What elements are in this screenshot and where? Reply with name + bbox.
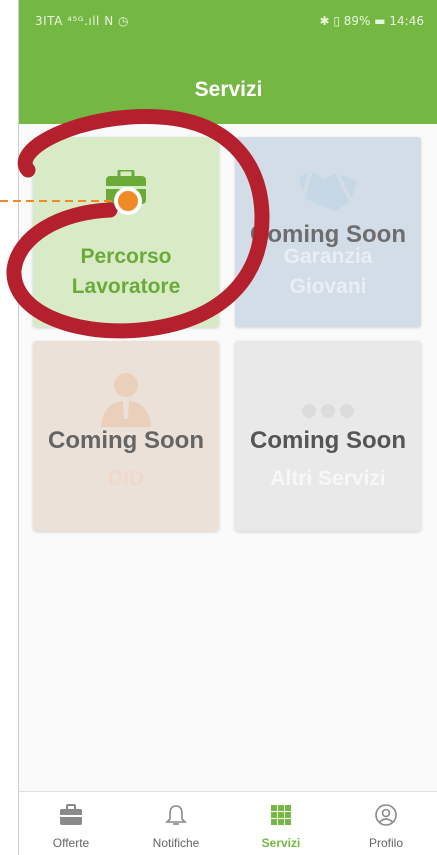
bell-icon	[165, 805, 187, 825]
service-card-label: Altri Servizi	[270, 467, 386, 490]
app-header: 3ITA ⁴⁵ᴳ.ıll N ◷ ✱ ▯ 89% ▬ 14:46 Servizi	[19, 0, 437, 124]
briefcase-icon	[106, 170, 146, 204]
tab-label: Offerte	[52, 836, 90, 850]
service-card-did[interactable]: Coming Soon DID	[33, 341, 219, 531]
tab-offerte[interactable]: Offerte	[19, 792, 123, 855]
service-card-label-line1: Garanzia	[283, 245, 373, 268]
service-card-label: Percorso Lavoratore	[33, 242, 219, 302]
status-bar: 3ITA ⁴⁵ᴳ.ıll N ◷ ✱ ▯ 89% ▬ 14:46	[19, 0, 437, 44]
tab-profilo[interactable]: Profilo	[334, 792, 437, 855]
tab-label: Profilo	[368, 836, 403, 850]
tab-servizi[interactable]: Servizi	[229, 792, 333, 855]
bottom-tab-bar: Offerte Notifiche Servizi Profilo	[19, 791, 437, 855]
handshake-icon	[299, 170, 357, 211]
tab-label: Servizi	[261, 836, 301, 850]
service-card-altri-servizi[interactable]: Coming Soon Altri Servizi	[235, 341, 421, 531]
service-card-label: DID	[107, 467, 145, 490]
person-icon	[101, 373, 151, 427]
tab-notifiche[interactable]: Notifiche	[124, 792, 228, 855]
tab-label: Notifiche	[152, 836, 200, 850]
dots-icon	[302, 404, 354, 418]
status-bar-right: ✱ ▯ 89% ▬ 14:46	[319, 14, 424, 28]
briefcase-icon	[60, 804, 82, 825]
page-title: Servizi	[194, 78, 263, 101]
service-card-garanzia-giovani[interactable]: Coming Soon Garanzia Giovani	[235, 137, 421, 327]
app-screen: 3ITA ⁴⁵ᴳ.ıll N ◷ ✱ ▯ 89% ▬ 14:46 Servizi…	[18, 0, 437, 855]
profile-icon	[375, 804, 397, 826]
coming-soon-label: Coming Soon	[48, 427, 204, 454]
service-card-label: Garanzia Giovani	[235, 242, 421, 302]
grid-icon	[271, 805, 291, 825]
service-card-label-line2: Giovani	[289, 275, 367, 298]
service-card-label-line2: Lavoratore	[71, 275, 181, 298]
service-card-percorso-lavoratore[interactable]: Percorso Lavoratore	[33, 137, 219, 327]
status-bar-left: 3ITA ⁴⁵ᴳ.ıll N ◷	[35, 14, 129, 28]
service-card-label-line1: Percorso	[80, 245, 172, 268]
coming-soon-label: Coming Soon	[250, 427, 406, 454]
